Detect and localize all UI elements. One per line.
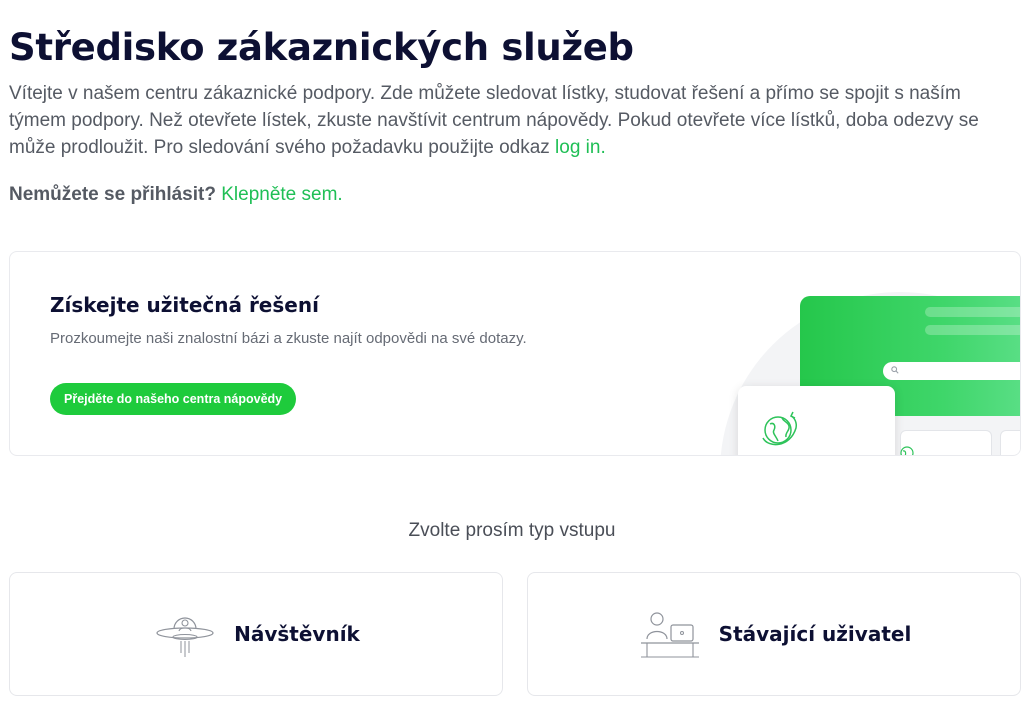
solutions-title: Získejte užitečná řešení bbox=[50, 293, 319, 317]
illustration-bar bbox=[925, 325, 1020, 335]
ufo-visitor-icon bbox=[156, 617, 214, 657]
click-here-link[interactable]: Klepněte sem. bbox=[221, 184, 342, 205]
help-illustration bbox=[700, 252, 1020, 455]
page-title: Středisko zákaznických služeb bbox=[9, 26, 634, 69]
existing-user-option-card[interactable]: Stávající uživatel bbox=[527, 572, 1021, 696]
intro-paragraph: Vítejte v našem centru zákaznické podpor… bbox=[9, 80, 1014, 161]
globe-icon bbox=[762, 411, 797, 446]
visitor-option-card[interactable]: Návštěvník bbox=[9, 572, 503, 696]
help-center-button[interactable]: Přejděte do našeho centra nápovědy bbox=[50, 383, 297, 415]
intro-text: Vítejte v našem centru zákaznické podpor… bbox=[9, 83, 979, 158]
cant-login-line: Nemůžete se přihlásit? Klepněte sem. bbox=[9, 184, 343, 206]
solutions-card: Získejte užitečná řešení Prozkoumejte na… bbox=[9, 251, 1021, 456]
illustration-tile bbox=[1000, 430, 1020, 455]
existing-user-option-label: Stávající uživatel bbox=[718, 622, 912, 646]
cant-login-label: Nemůžete se přihlásit? bbox=[9, 184, 216, 205]
visitor-option-label: Návštěvník bbox=[234, 622, 360, 646]
entry-type-prompt: Zvolte prosím typ vstupu bbox=[408, 520, 616, 541]
illustration-bar bbox=[925, 307, 1020, 317]
illustration-search-box bbox=[883, 362, 1020, 380]
search-icon bbox=[891, 366, 899, 374]
login-link[interactable]: log in. bbox=[555, 137, 606, 158]
user-at-desk-icon bbox=[640, 612, 699, 658]
solutions-description: Prozkoumejte naši znalostní bázi a zkust… bbox=[50, 330, 527, 347]
illustration-tile bbox=[900, 430, 992, 455]
globe-icon bbox=[900, 446, 914, 455]
illustration-white-card bbox=[738, 386, 895, 455]
